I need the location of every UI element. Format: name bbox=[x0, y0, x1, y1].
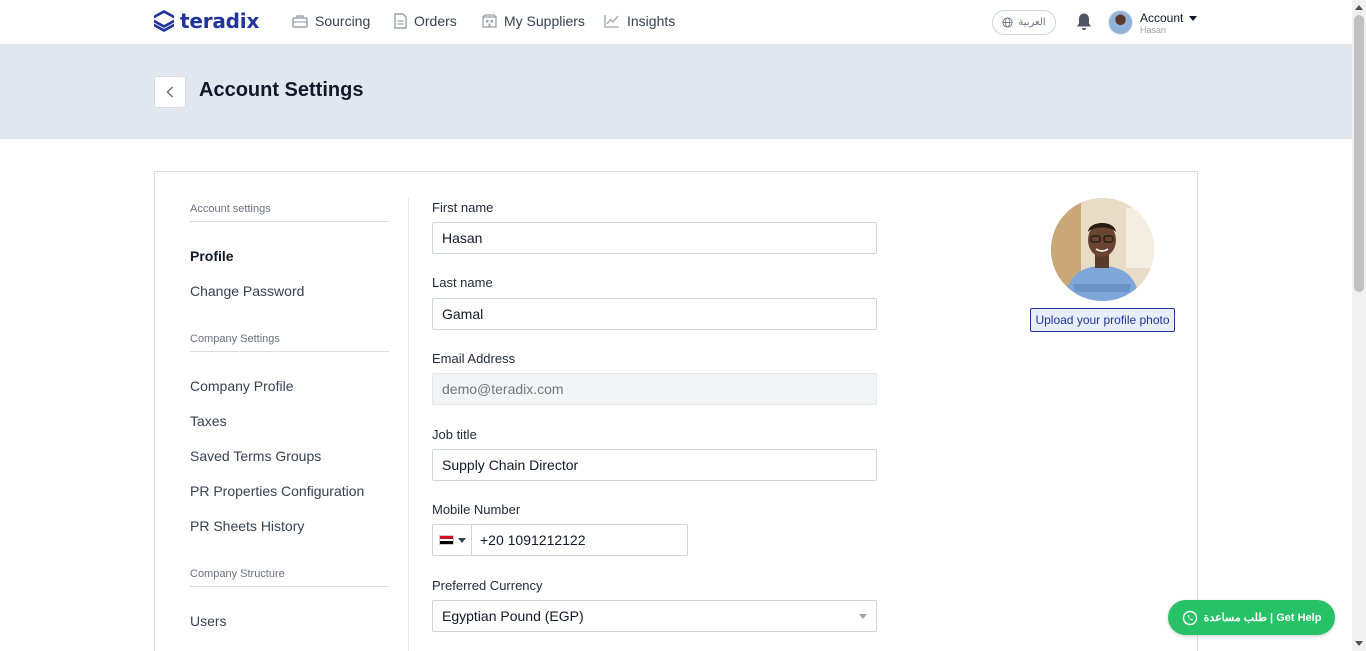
scroll-up-arrow-icon[interactable] bbox=[1355, 5, 1363, 10]
nav-sourcing-label: Sourcing bbox=[315, 13, 371, 29]
profile-photo bbox=[1051, 198, 1154, 301]
mobile-number-field bbox=[432, 524, 688, 556]
globe-icon bbox=[1002, 17, 1013, 28]
sidebar-item-saved-terms-groups[interactable]: Saved Terms Groups bbox=[190, 448, 321, 464]
scrollbar-thumb[interactable] bbox=[1354, 15, 1364, 292]
sidebar-item-profile[interactable]: Profile bbox=[190, 248, 234, 264]
nav-insights[interactable]: Insights bbox=[604, 13, 675, 29]
account-label: Account bbox=[1140, 11, 1184, 25]
egypt-flag-icon bbox=[438, 535, 454, 545]
chevron-left-icon bbox=[166, 86, 174, 98]
sidebar-item-pr-sheets-history[interactable]: PR Sheets History bbox=[190, 518, 304, 534]
account-menu-button[interactable]: Account Hasan bbox=[1140, 11, 1198, 35]
settings-card: Account settings Profile Change Password… bbox=[154, 171, 1198, 651]
first-name-label: First name bbox=[432, 200, 494, 215]
email-input bbox=[432, 373, 877, 405]
job-title-label: Job title bbox=[432, 427, 477, 442]
nav-my-suppliers[interactable]: My Suppliers bbox=[482, 13, 585, 29]
email-label: Email Address bbox=[432, 351, 516, 366]
page-scrollbar[interactable] bbox=[1352, 0, 1366, 651]
nav-my-suppliers-label: My Suppliers bbox=[504, 13, 585, 29]
chevron-down-icon bbox=[859, 613, 867, 619]
page-title: Account Settings bbox=[199, 79, 364, 101]
sidebar-item-change-password[interactable]: Change Password bbox=[190, 283, 304, 299]
preferred-currency-select[interactable]: Egyptian Pound (EGP) bbox=[432, 600, 877, 632]
country-code-select[interactable] bbox=[433, 525, 472, 555]
account-avatar[interactable] bbox=[1108, 10, 1133, 35]
language-label: العربية bbox=[1018, 17, 1046, 28]
nav-orders[interactable]: Orders bbox=[394, 13, 457, 29]
nav-sourcing[interactable]: Sourcing bbox=[292, 13, 370, 29]
whatsapp-icon bbox=[1182, 610, 1197, 625]
account-user-name: Hasan bbox=[1140, 25, 1167, 35]
profile-photo-image bbox=[1051, 198, 1154, 301]
last-name-input[interactable] bbox=[432, 298, 877, 330]
brand-name: teradix bbox=[180, 9, 260, 33]
sidebar-heading-account-settings: Account settings bbox=[190, 203, 389, 222]
suppliers-icon bbox=[482, 14, 497, 28]
notifications-button[interactable] bbox=[1075, 12, 1093, 36]
sidebar-item-taxes[interactable]: Taxes bbox=[190, 413, 227, 429]
nav-insights-label: Insights bbox=[627, 13, 676, 29]
orders-icon bbox=[394, 13, 407, 29]
sidebar-heading-company-structure: Company Structure bbox=[190, 568, 389, 587]
account-label-row: Account bbox=[1140, 11, 1198, 25]
nav-orders-label: Orders bbox=[414, 13, 457, 29]
language-switch-button[interactable]: العربية bbox=[992, 10, 1056, 35]
job-title-input[interactable] bbox=[432, 449, 877, 481]
get-help-label: طلب مساعدة | Get Help bbox=[1203, 612, 1322, 624]
sidebar-divider bbox=[408, 198, 409, 651]
sidebar-item-company-profile[interactable]: Company Profile bbox=[190, 378, 294, 394]
insights-icon bbox=[604, 15, 619, 28]
bell-icon bbox=[1077, 13, 1091, 30]
sidebar-heading-company-settings: Company Settings bbox=[190, 333, 389, 352]
sidebar-item-users[interactable]: Users bbox=[190, 613, 227, 629]
first-name-input[interactable] bbox=[432, 222, 877, 254]
chevron-down-icon bbox=[1189, 15, 1198, 21]
chevron-down-icon bbox=[457, 537, 466, 543]
sidebar-item-pr-properties-configuration[interactable]: PR Properties Configuration bbox=[190, 483, 364, 499]
preferred-currency-value: Egyptian Pound (EGP) bbox=[442, 608, 584, 624]
page-header: Account Settings bbox=[0, 45, 1352, 139]
teradix-logo[interactable]: teradix bbox=[153, 9, 259, 33]
preferred-currency-label: Preferred Currency bbox=[432, 578, 543, 593]
top-navbar: teradix Sourcing Orders My Suppliers Ins… bbox=[0, 0, 1352, 45]
teradix-logo-icon bbox=[154, 10, 174, 32]
upload-profile-photo-button[interactable]: Upload your profile photo bbox=[1030, 308, 1175, 332]
sourcing-icon bbox=[292, 15, 308, 28]
last-name-label: Last name bbox=[432, 275, 493, 290]
scroll-down-arrow-icon[interactable] bbox=[1355, 641, 1363, 646]
back-button[interactable] bbox=[154, 76, 186, 108]
get-help-button[interactable]: طلب مساعدة | Get Help bbox=[1168, 600, 1335, 635]
mobile-number-input[interactable] bbox=[472, 525, 687, 555]
mobile-number-label: Mobile Number bbox=[432, 502, 521, 517]
